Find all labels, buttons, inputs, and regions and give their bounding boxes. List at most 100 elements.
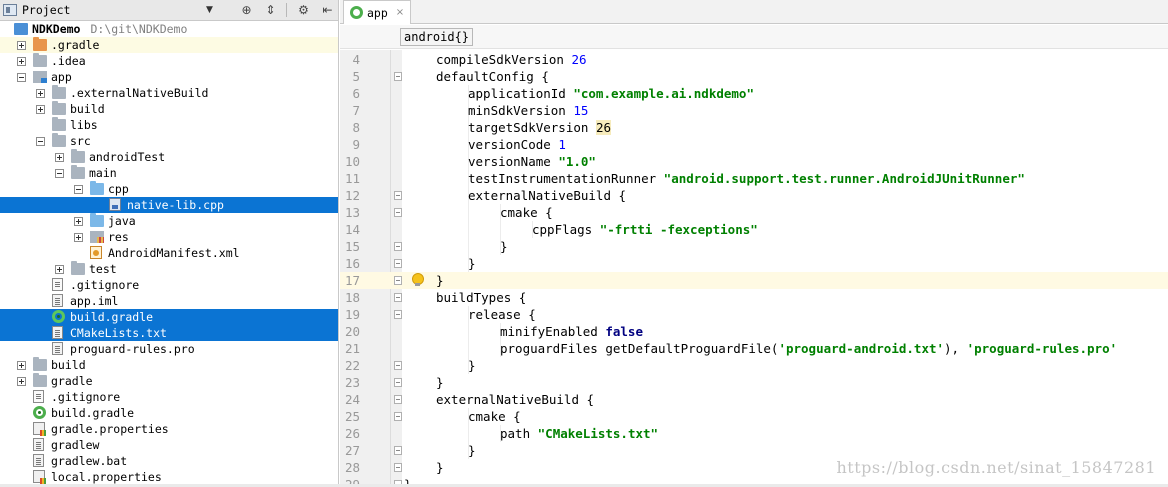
- code-line[interactable]: 15}: [340, 238, 1168, 255]
- project-view-selector[interactable]: Project: [22, 3, 70, 17]
- chevron-down-icon[interactable]: ▼: [206, 5, 213, 15]
- code-line[interactable]: 23}: [340, 374, 1168, 391]
- tree-item[interactable]: test: [0, 261, 338, 277]
- expand-icon[interactable]: [17, 361, 26, 370]
- expand-icon[interactable]: [17, 57, 26, 66]
- code-line[interactable]: 5 defaultConfig {: [340, 68, 1168, 85]
- tree-item[interactable]: .externalNativeBuild: [0, 85, 338, 101]
- tree-item[interactable]: build.gradle: [0, 309, 338, 325]
- gear-icon[interactable]: ⚙: [295, 2, 312, 18]
- tree-item[interactable]: res: [0, 229, 338, 245]
- tab-app[interactable]: app ×: [343, 0, 411, 24]
- tree-item[interactable]: app.iml: [0, 293, 338, 309]
- tree-item[interactable]: build: [0, 101, 338, 117]
- tree-item[interactable]: NDKDemo D:\git\NDKDemo: [0, 21, 338, 37]
- expand-icon[interactable]: [36, 89, 45, 98]
- hide-panel-icon[interactable]: ⇤: [319, 2, 336, 18]
- tree-item[interactable]: gradle.properties: [0, 421, 338, 437]
- expand-icon[interactable]: [17, 377, 26, 386]
- fold-marker-icon[interactable]: [394, 446, 402, 455]
- expand-icon[interactable]: [17, 41, 26, 50]
- tree-item[interactable]: src: [0, 133, 338, 149]
- tree-item[interactable]: proguard-rules.pro: [0, 341, 338, 357]
- code-line[interactable]: 20 minifyEnabled false: [340, 323, 1168, 340]
- code-line[interactable]: 8 targetSdkVersion 26: [340, 119, 1168, 136]
- fold-marker-icon[interactable]: [394, 293, 402, 302]
- fold-marker-icon[interactable]: [394, 310, 402, 319]
- expand-icon[interactable]: [36, 105, 45, 114]
- code-line[interactable]: 11 testInstrumentationRunner "android.sup…: [340, 170, 1168, 187]
- tree-item[interactable]: cpp: [0, 181, 338, 197]
- tree-item[interactable]: androidTest: [0, 149, 338, 165]
- tree-item[interactable]: CMakeLists.txt: [0, 325, 338, 341]
- fold-marker-icon[interactable]: [394, 276, 402, 285]
- line-number: 6: [352, 86, 360, 101]
- collapse-icon[interactable]: [17, 73, 26, 82]
- fold-marker-icon[interactable]: [394, 412, 402, 421]
- code-text: compileSdkVersion 26: [436, 51, 587, 68]
- fold-marker-icon[interactable]: [394, 463, 402, 472]
- code-token: versionCode: [468, 137, 559, 152]
- code-line[interactable]: 12 externalNativeBuild {: [340, 187, 1168, 204]
- code-line[interactable]: 9 versionCode 1: [340, 136, 1168, 153]
- tree-item[interactable]: .gitignore: [0, 277, 338, 293]
- expand-icon[interactable]: [74, 217, 83, 226]
- code-line[interactable]: 19 release {: [340, 306, 1168, 323]
- tree-item[interactable]: build.gradle: [0, 405, 338, 421]
- fold-marker-icon[interactable]: [394, 361, 402, 370]
- tree-item[interactable]: libs: [0, 117, 338, 133]
- code-line[interactable]: 17}: [340, 272, 1168, 289]
- fold-marker-icon[interactable]: [394, 259, 402, 268]
- fold-marker-icon[interactable]: [394, 72, 402, 81]
- tree-item[interactable]: main: [0, 165, 338, 181]
- collapse-icon[interactable]: [55, 169, 64, 178]
- code-line[interactable]: 4 compileSdkVersion 26: [340, 51, 1168, 68]
- code-line[interactable]: 7 minSdkVersion 15: [340, 102, 1168, 119]
- code-line[interactable]: 27}: [340, 442, 1168, 459]
- expand-icon[interactable]: [74, 233, 83, 242]
- tree-item[interactable]: native-lib.cpp: [0, 197, 338, 213]
- code-line[interactable]: 16}: [340, 255, 1168, 272]
- fold-marker-icon[interactable]: [394, 395, 402, 404]
- string-literal: "CMakeLists.txt": [537, 426, 659, 441]
- fold-marker-icon[interactable]: [394, 242, 402, 251]
- target-icon[interactable]: ⊕: [238, 2, 255, 18]
- expand-icon[interactable]: [55, 153, 64, 162]
- tree-item[interactable]: .gradle: [0, 37, 338, 53]
- project-tool-window: Project ▼ ⊕ ⇕ ⚙ ⇤ NDKDemo D:\git\NDKDemo.…: [0, 0, 339, 487]
- fold-marker-icon[interactable]: [394, 378, 402, 387]
- code-line[interactable]: 22}: [340, 357, 1168, 374]
- code-line[interactable]: 10 versionName "1.0": [340, 153, 1168, 170]
- code-line[interactable]: 24 externalNativeBuild {: [340, 391, 1168, 408]
- expand-icon[interactable]: [55, 265, 64, 274]
- tree-item[interactable]: AndroidManifest.xml: [0, 245, 338, 261]
- code-line[interactable]: 21 proguardFiles getDefaultProguardFile('…: [340, 340, 1168, 357]
- string-literal: 'proguard-rules.pro': [966, 341, 1118, 356]
- breadcrumb[interactable]: android{}: [400, 28, 474, 46]
- tree-item-label: NDKDemo D:\git\NDKDemo: [32, 22, 188, 36]
- tree-item[interactable]: local.properties: [0, 469, 338, 485]
- close-icon[interactable]: ×: [396, 7, 404, 18]
- code-line[interactable]: 14 cppFlags "-frtti -fexceptions": [340, 221, 1168, 238]
- fold-marker-icon[interactable]: [394, 191, 402, 200]
- tree-item[interactable]: app: [0, 69, 338, 85]
- fold-marker-icon[interactable]: [394, 208, 402, 217]
- code-line[interactable]: 26 path "CMakeLists.txt": [340, 425, 1168, 442]
- code-line[interactable]: 25 cmake {: [340, 408, 1168, 425]
- code-line[interactable]: 18 buildTypes {: [340, 289, 1168, 306]
- line-number: 13: [344, 205, 360, 220]
- line-number: 19: [344, 307, 360, 322]
- collapse-icon[interactable]: [36, 137, 45, 146]
- collapse-icon[interactable]: [74, 185, 83, 194]
- tree-item[interactable]: build: [0, 357, 338, 373]
- tree-item[interactable]: .gitignore: [0, 389, 338, 405]
- code-line[interactable]: 6 applicationId "com.example.ai.ndkdemo": [340, 85, 1168, 102]
- tree-item[interactable]: gradlew.bat: [0, 453, 338, 469]
- intention-bulb-icon[interactable]: [412, 273, 424, 287]
- code-line[interactable]: 13 cmake {: [340, 204, 1168, 221]
- tree-item[interactable]: gradle: [0, 373, 338, 389]
- collapse-icon[interactable]: ⇕: [262, 2, 279, 18]
- tree-item[interactable]: .idea: [0, 53, 338, 69]
- tree-item[interactable]: java: [0, 213, 338, 229]
- tree-item[interactable]: gradlew: [0, 437, 338, 453]
